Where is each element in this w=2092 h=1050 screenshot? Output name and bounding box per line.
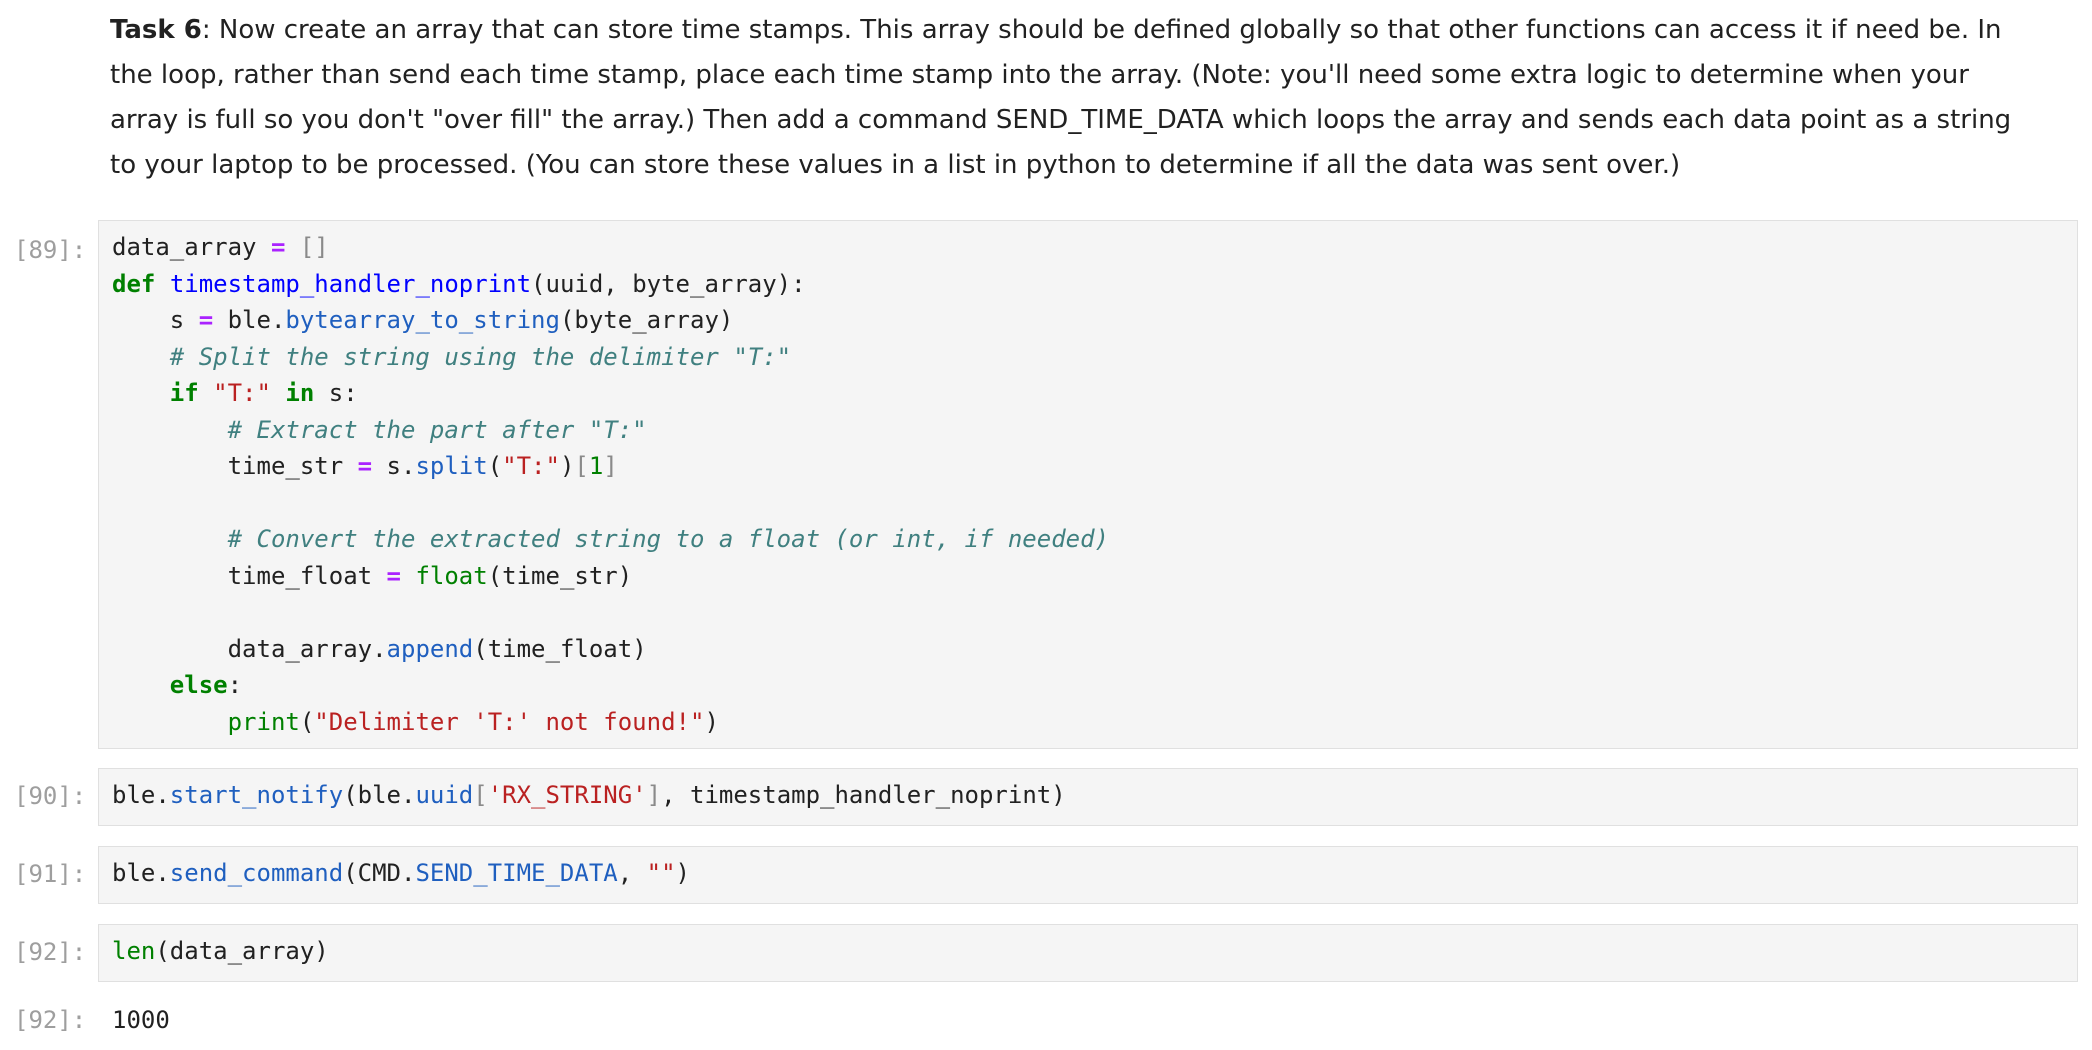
code-text: len(data_array) bbox=[112, 937, 329, 965]
markdown-cell: Task 6: Now create an array that can sto… bbox=[110, 8, 2040, 188]
code-editor[interactable]: ble.send_command(CMD.SEND_TIME_DATA, "") bbox=[98, 846, 2078, 904]
code-editor[interactable]: ble.start_notify(ble.uuid['RX_STRING'], … bbox=[98, 768, 2078, 826]
code-editor[interactable]: len(data_array) bbox=[98, 924, 2078, 982]
cell-prompt: [92]: bbox=[14, 938, 87, 966]
output-text: 1000 bbox=[112, 1006, 170, 1034]
task-label: Task 6 bbox=[110, 15, 202, 45]
cell-prompt: [91]: bbox=[14, 860, 87, 888]
cell-prompt: [89]: bbox=[14, 236, 87, 264]
code-editor[interactable]: data_array = [] def timestamp_handler_no… bbox=[98, 220, 2078, 749]
task-description: : Now create an array that can store tim… bbox=[110, 15, 2012, 180]
code-text: data_array = [] def timestamp_handler_no… bbox=[112, 233, 1109, 736]
output-prompt: [92]: bbox=[14, 1006, 87, 1034]
code-text: ble.start_notify(ble.uuid['RX_STRING'], … bbox=[112, 781, 1066, 809]
code-text: ble.send_command(CMD.SEND_TIME_DATA, "") bbox=[112, 859, 690, 887]
cell-prompt: [90]: bbox=[14, 782, 87, 810]
